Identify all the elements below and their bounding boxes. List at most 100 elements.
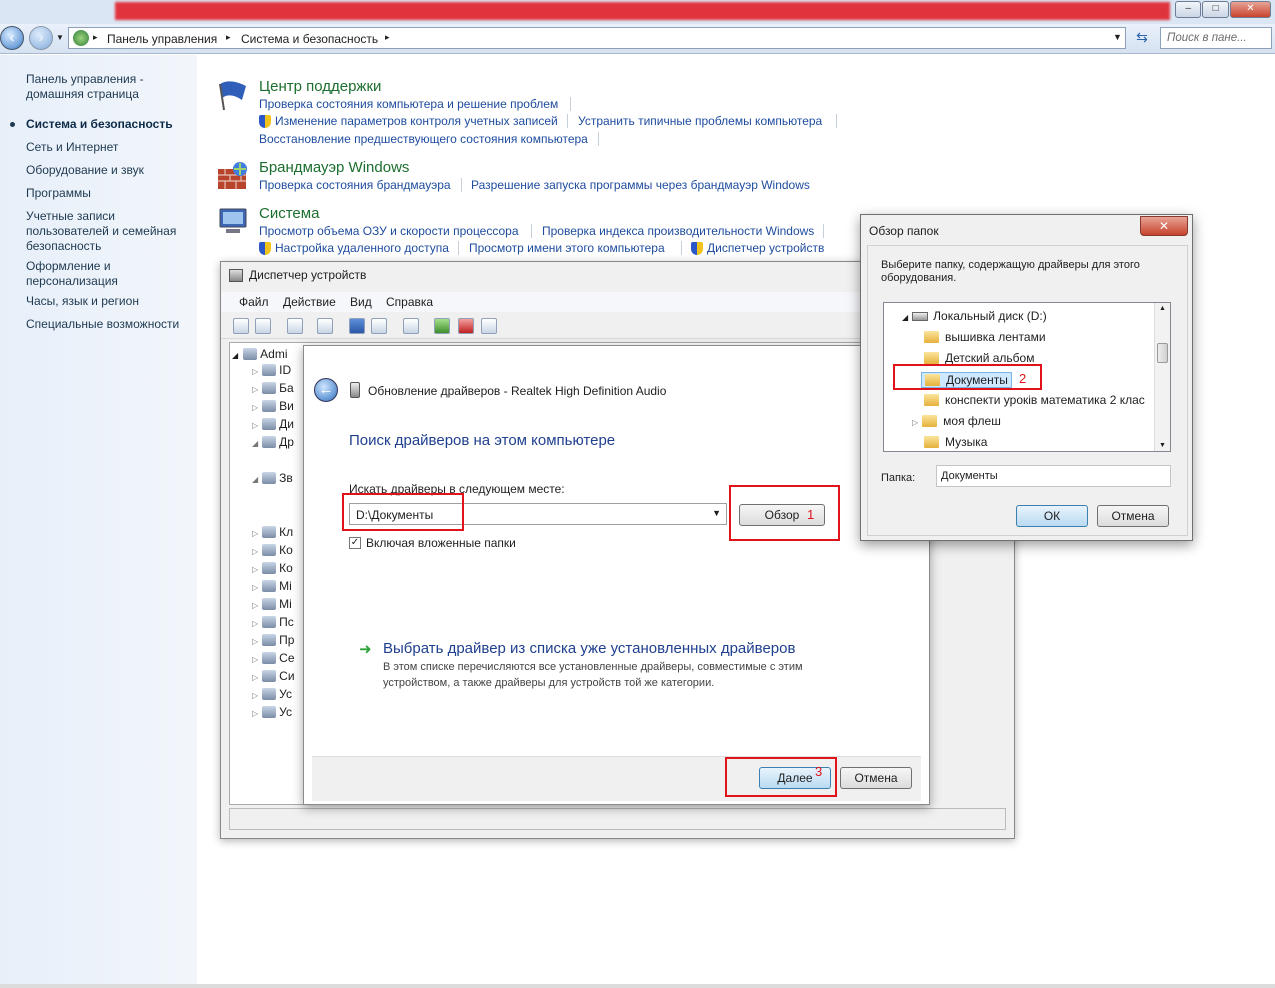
tree-node[interactable]: ▷ Ба [252,381,294,395]
sidebar-item-home[interactable]: Панель управления - домашняя страница [26,72,176,102]
history-dropdown-icon[interactable]: ▼ [56,33,64,42]
tree-node[interactable]: ▷ Мі [252,579,292,593]
expand-arrow-icon[interactable]: ▷ [252,547,258,556]
link-restore[interactable]: Восстановление предшествующего состояния… [259,132,588,146]
expand-arrow-icon[interactable]: ▷ [252,367,258,376]
link-computer-name[interactable]: Просмотр имени этого компьютера [469,241,665,255]
expand-arrow-icon[interactable]: ▷ [252,565,258,574]
sidebar-item-appearance[interactable]: Оформление и персонализация [26,259,136,289]
expand-arrow-icon[interactable]: ▷ [252,529,258,538]
sidebar-item-accounts[interactable]: Учетные записи пользователей и семейная … [26,209,181,254]
expand-arrow-icon[interactable]: ▷ [252,691,258,700]
console-tree-icon[interactable] [287,318,303,334]
tree-node[interactable]: ▷ Кл [252,525,293,539]
link-ram-cpu[interactable]: Просмотр объема ОЗУ и скорости процессор… [259,224,519,238]
scrollbar-thumb[interactable] [1157,343,1168,363]
link-remote-access[interactable]: Настройка удаленного доступа [275,241,449,255]
expand-arrow-icon[interactable]: ▷ [252,655,258,664]
properties-icon[interactable] [317,318,333,334]
expand-arrow-icon[interactable]: ▷ [252,601,258,610]
sidebar-item-accessibility[interactable]: Специальные возможности [26,317,179,332]
address-bar[interactable]: ▸ Панель управления ▸ Система и безопасн… [68,27,1126,49]
cancel-button[interactable]: Отмена [1097,505,1169,527]
expand-arrow-icon[interactable]: ▷ [252,403,258,412]
expand-arrow-icon[interactable]: ▷ [252,421,258,430]
back-icon[interactable] [233,318,249,334]
tree-item-folder[interactable]: Музыка [924,435,987,449]
refresh-icon[interactable]: ⇆ [1130,29,1154,47]
tree-node[interactable]: ▷ Ви [252,399,294,413]
link-device-manager[interactable]: Диспетчер устройств [707,241,824,255]
tree-node[interactable]: ◢ Др [252,435,294,449]
folder-input[interactable]: Документы [936,465,1171,487]
uninstall-icon[interactable] [458,318,474,334]
link-firewall-allow[interactable]: Разрешение запуска программы через бранд… [471,178,810,192]
tree-node[interactable]: ▷ Пр [252,633,294,647]
sidebar-item-programs[interactable]: Программы [26,186,91,201]
scroll-up-icon[interactable]: ▲ [1159,305,1166,312]
chevron-down-icon[interactable]: ▼ [712,508,721,518]
tree-node[interactable]: ▷ Ди [252,417,294,431]
expand-arrow-icon[interactable]: ▷ [912,418,918,427]
section-title-firewall[interactable]: Брандмауэр Windows [259,159,409,176]
section-title-system[interactable]: Система [259,205,319,222]
sidebar-item-clock-region[interactable]: Часы, язык и регион [26,294,139,309]
link-troubleshoot[interactable]: Устранить типичные проблемы компьютера [578,114,822,128]
vertical-scrollbar[interactable]: ▲ ▼ [1154,303,1170,451]
link-firewall-status[interactable]: Проверка состояния брандмауэра [259,178,451,192]
menu-help[interactable]: Справка [386,295,433,309]
expand-arrow-icon[interactable]: ▷ [252,673,258,682]
menu-view[interactable]: Вид [350,295,372,309]
tree-item-drive-d[interactable]: ◢ Локальный диск (D:) [902,309,1047,323]
back-arrow-icon[interactable]: ← [314,378,338,402]
tree-node[interactable]: ▷ Ус [252,687,292,701]
sidebar-item-hardware[interactable]: Оборудование и звук [26,163,144,178]
expand-arrow-icon[interactable]: ▷ [252,385,258,394]
disable-icon[interactable] [481,318,497,334]
tree-item-folder[interactable]: вышивка лентами [924,330,1046,344]
expand-arrow-icon[interactable]: ◢ [252,439,258,448]
scroll-down-icon[interactable]: ▼ [1159,442,1166,449]
tree-node[interactable]: ▷ Мі [252,597,292,611]
tree-node[interactable]: ◢ Зв [252,471,293,485]
tree-node[interactable]: ▷ Си [252,669,295,683]
search-input[interactable]: Поиск в пане... [1160,27,1272,49]
link-uac-settings[interactable]: Изменение параметров контроля учетных за… [275,114,558,128]
back-arrow-icon[interactable]: ‹ [0,26,24,50]
expand-arrow-icon[interactable]: ▷ [252,583,258,592]
scan-hardware-icon[interactable] [403,318,419,334]
menu-file[interactable]: Файл [239,295,269,309]
help-icon[interactable] [349,318,365,334]
address-dropdown-icon[interactable]: ▼ [1113,32,1122,42]
expand-arrow-icon[interactable]: ▷ [252,637,258,646]
sidebar-item-network[interactable]: Сеть и Интернет [26,140,118,155]
tree-item-folder[interactable]: ▷ моя флеш [912,414,1001,428]
sidebar-item-system-security[interactable]: Система и безопасность [26,117,173,132]
close-button[interactable]: ✕ [1140,216,1188,236]
breadcrumb-arrow-icon[interactable]: ▸ [226,32,231,43]
tree-node[interactable]: ▷ Ус [252,705,292,719]
include-subfolders-checkbox[interactable]: ✓ [349,537,361,549]
link-performance-index[interactable]: Проверка индекса производительности Wind… [542,224,814,238]
tree-node[interactable]: ▷ ID [252,363,291,377]
link-check-status[interactable]: Проверка состояния компьютера и решение … [259,97,558,111]
tree-node[interactable]: ▷ Ко [252,561,293,575]
forward-arrow-icon[interactable]: › [29,26,53,50]
pick-driver-link[interactable]: Выбрать драйвер из списка уже установлен… [383,640,795,657]
forward-icon[interactable] [255,318,271,334]
breadcrumb-item-control-panel[interactable]: Панель управления [107,32,217,46]
tree-node[interactable]: ▷ Се [252,651,295,665]
tree-node[interactable]: ▷ Ко [252,543,293,557]
expand-arrow-icon[interactable]: ▷ [252,709,258,718]
view-icon[interactable] [371,318,387,334]
close-button[interactable]: ✕ [1229,1,1271,18]
breadcrumb-arrow-icon[interactable]: ▸ [93,32,98,43]
minimize-button[interactable]: – [1175,1,1202,18]
ok-button[interactable]: ОК [1016,505,1088,527]
breadcrumb-arrow-icon[interactable]: ▸ [385,32,390,43]
maximize-button[interactable]: □ [1202,1,1229,18]
tree-item-folder[interactable]: конспекти уроків математика 2 клас [924,393,1145,407]
section-title-support[interactable]: Центр поддержки [259,78,381,95]
menu-action[interactable]: Действие [283,295,336,309]
expand-arrow-icon[interactable]: ▷ [252,619,258,628]
